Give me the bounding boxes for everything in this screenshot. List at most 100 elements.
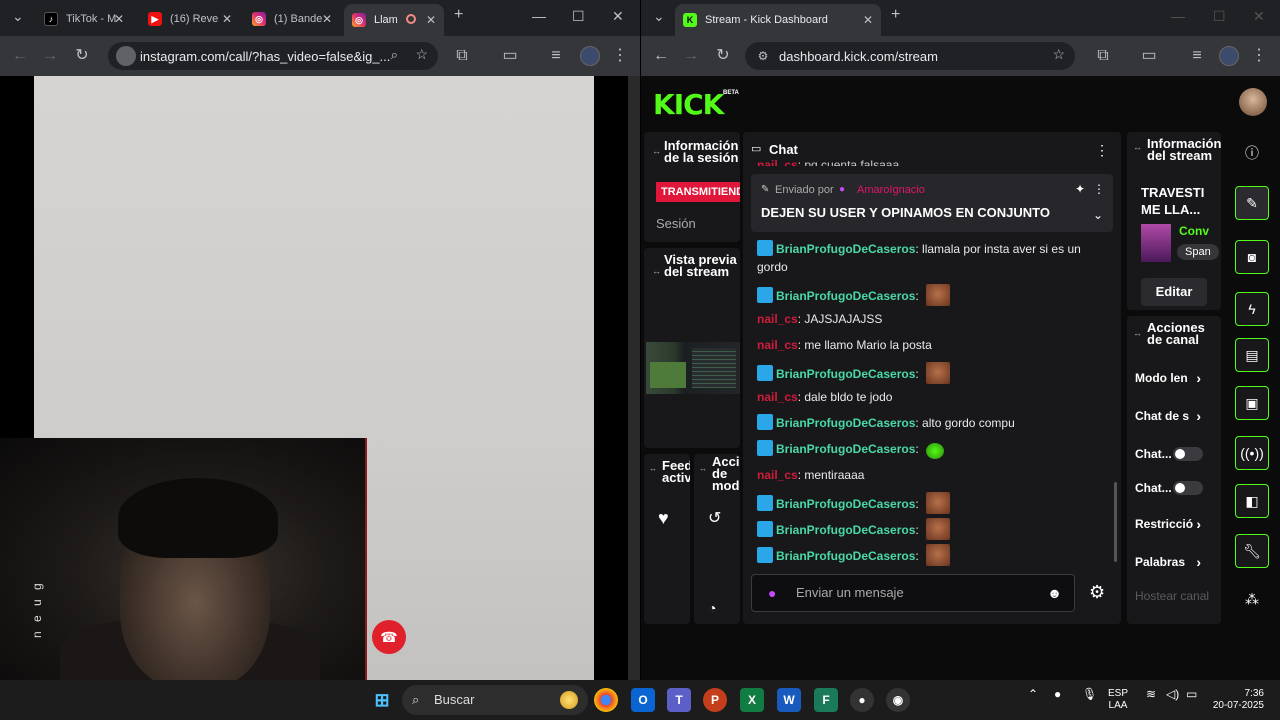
kick-logo[interactable]: KICK [653, 88, 724, 121]
menu-icon[interactable]: ⋮ [1249, 46, 1269, 66]
chat-bubble-icon[interactable]: ▣ [1235, 386, 1269, 420]
forms-icon[interactable]: F [814, 688, 838, 712]
apps-icon[interactable]: ⁂ [1235, 582, 1269, 616]
reload-icon[interactable]: ↻ [713, 46, 733, 66]
toggle-switch[interactable] [1173, 447, 1203, 461]
channel-action-2[interactable]: Chat... [1135, 444, 1213, 464]
chat-scrollbar[interactable] [1114, 482, 1117, 562]
scrollbar[interactable] [628, 76, 640, 680]
chat-username[interactable]: nail_cs [757, 390, 798, 404]
zoom-icon[interactable]: ⌕ [391, 47, 398, 63]
wrench-icon[interactable]: 🔧︎ [1235, 534, 1269, 568]
hangup-button[interactable]: ☎ [372, 620, 406, 654]
broadcast-icon[interactable]: ((•)) [1235, 436, 1269, 470]
close-icon[interactable]: ✕ [426, 13, 436, 27]
windows-start-icon[interactable]: ⊞ [370, 688, 394, 712]
tab-kick-dashboard[interactable]: K Stream - Kick Dashboard ✕ [675, 4, 881, 36]
toggle-switch[interactable] [1173, 481, 1203, 495]
chevron-up-icon[interactable]: ⌃ [1028, 688, 1038, 700]
channel-action-5[interactable]: Palabras › [1135, 552, 1213, 572]
tab-youtube[interactable]: ▶ (16) Reve ✕ [140, 6, 240, 32]
pinned-by-user[interactable]: AmaroIgnacio [857, 184, 925, 196]
edit-icon[interactable]: ✎ [1235, 186, 1269, 220]
close-icon[interactable]: ✕ [322, 12, 332, 26]
word-icon[interactable]: W [777, 688, 801, 712]
site-settings-icon[interactable]: ⚙ [753, 46, 773, 66]
collapse-icon[interactable]: ↔ [649, 464, 657, 473]
stream-preview-thumbnail[interactable] [646, 342, 740, 394]
minimize-button[interactable]: — [532, 8, 546, 24]
taskbar-search[interactable]: ⌕ Buscar [402, 685, 588, 715]
tab-search-icon[interactable]: ⌄ [12, 8, 24, 25]
channel-action-4[interactable]: Restricció › [1135, 514, 1213, 534]
bookmark-star-icon[interactable]: ☆ [1052, 46, 1065, 63]
volume-icon[interactable]: ◁) [1166, 688, 1179, 700]
new-tab-button[interactable]: + [891, 6, 900, 24]
info-icon[interactable]: ⓘ [1235, 136, 1269, 170]
unpin-icon[interactable]: ✦ [1075, 182, 1085, 196]
card-icon[interactable]: ▭ [500, 46, 520, 66]
close-icon[interactable]: ✕ [222, 12, 232, 26]
collapse-icon[interactable]: ↔ [699, 464, 707, 473]
channel-action-3[interactable]: Chat... [1135, 478, 1213, 498]
extensions-icon[interactable]: ⧉ [452, 46, 472, 66]
chat-username[interactable]: BrianProfugoDeCaseros [776, 416, 915, 430]
collapse-icon[interactable]: ↔ [652, 146, 661, 156]
back-icon[interactable]: ← [10, 46, 30, 66]
emoji-icon[interactable]: ☻ [1047, 575, 1062, 611]
category-name[interactable]: Conv [1179, 224, 1209, 238]
excel-icon[interactable]: X [740, 688, 764, 712]
wifi-icon[interactable]: ≋ [1146, 688, 1156, 700]
reload-icon[interactable]: ↻ [72, 46, 92, 66]
address-bar[interactable]: ⚙ dashboard.kick.com/stream ☆ [745, 42, 1075, 70]
mic-icon[interactable]: 🎙︎ [1082, 688, 1097, 700]
minimize-button[interactable]: — [1171, 8, 1185, 24]
tab-tiktok[interactable]: ♪ TikTok - M ✕ [36, 6, 132, 32]
collapse-icon[interactable]: ↔ [652, 266, 661, 276]
history-icon[interactable]: ↺ [708, 508, 721, 528]
chevron-down-icon[interactable]: ⌄ [1093, 208, 1103, 222]
language-indicator[interactable]: ESP LAA [1108, 688, 1128, 712]
chrome-icon[interactable] [594, 688, 618, 712]
chat-username[interactable]: BrianProfugoDeCaseros [776, 442, 915, 456]
chat-username[interactable]: nail_cs [757, 338, 798, 352]
chat-username[interactable]: nail_cs [757, 312, 798, 326]
address-bar[interactable]: instagram.com/call/?has_video=false&ig_.… [108, 42, 438, 70]
profile-avatar[interactable] [580, 46, 600, 66]
teams-icon[interactable]: T [667, 688, 691, 712]
bookmark-star-icon[interactable]: ☆ [415, 46, 428, 63]
media-icon[interactable]: ≡ [1187, 46, 1207, 66]
forward-icon[interactable]: → [40, 46, 60, 66]
site-info-icon[interactable] [116, 46, 136, 66]
close-window-button[interactable]: ✕ [1253, 8, 1265, 25]
heart-icon[interactable]: ♥ [658, 508, 669, 529]
card-icon[interactable]: ▭ [1139, 46, 1159, 66]
media-icon[interactable]: ≡ [546, 46, 566, 66]
user-avatar[interactable] [1239, 88, 1267, 116]
chat-username[interactable]: nail_cs [757, 468, 798, 482]
new-tab-button[interactable]: + [454, 6, 463, 24]
tray-app-icon[interactable]: ● [1054, 688, 1061, 700]
outlook-icon[interactable]: O [631, 688, 655, 712]
category-thumbnail[interactable] [1141, 224, 1171, 262]
channel-action-1[interactable]: Chat de s › [1135, 406, 1213, 426]
close-icon[interactable]: ✕ [114, 12, 124, 26]
chat-username[interactable]: BrianProfugoDeCaseros [776, 497, 915, 511]
collapse-icon[interactable]: ↔ [1133, 142, 1142, 152]
chat-settings-icon[interactable]: ⚙ [1089, 582, 1105, 603]
tab-instagram[interactable]: ◎ (1) Bande ✕ [244, 6, 340, 32]
chat-username[interactable]: BrianProfugoDeCaseros [776, 549, 915, 563]
pinned-menu-icon[interactable]: ⋮ [1093, 182, 1105, 196]
gauge-icon[interactable]: ◔ [708, 600, 716, 616]
tab-search-icon[interactable]: ⌄ [653, 8, 665, 25]
channel-action-0[interactable]: Modo len › [1135, 368, 1213, 388]
maximize-button[interactable]: ☐ [1213, 8, 1226, 25]
forward-icon[interactable]: → [681, 46, 701, 66]
maximize-button[interactable]: ☐ [572, 8, 585, 25]
edit-button[interactable]: Editar [1141, 278, 1207, 306]
close-icon[interactable]: ✕ [863, 13, 873, 27]
powerpoint-icon[interactable]: P [703, 688, 727, 712]
extensions-icon[interactable]: ⧉ [1093, 46, 1113, 66]
tab-instagram-call[interactable]: ◎ Llam ✕ [344, 4, 444, 36]
collapse-icon[interactable]: ↔ [1133, 328, 1142, 338]
